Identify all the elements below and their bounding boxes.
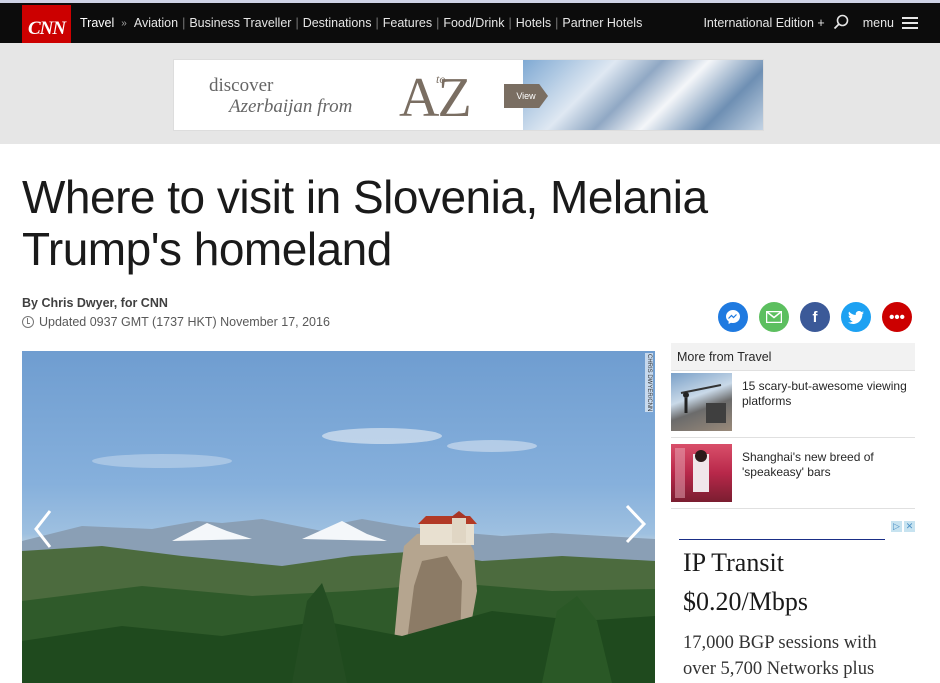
nav-item-partner-hotels[interactable]: Partner Hotels	[562, 16, 642, 30]
twitter-share-icon[interactable]	[841, 302, 871, 332]
banner-ad[interactable]: discover Azerbaijan from AZ to View	[173, 59, 764, 131]
nav-section-travel[interactable]: Travel	[80, 16, 114, 30]
article-updated: Updated 0937 GMT (1737 HKT) November 17,…	[22, 315, 330, 329]
ad-slogan: discover Azerbaijan from	[209, 75, 352, 117]
nav-item-features[interactable]: Features	[383, 16, 432, 30]
hamburger-icon	[902, 17, 918, 29]
mountain-ad-image	[523, 60, 763, 130]
nav-divider: |	[182, 16, 186, 30]
nav-item-hotels[interactable]: Hotels	[516, 16, 551, 30]
more-share-icon[interactable]: •••	[882, 302, 912, 332]
menu-label: menu	[862, 16, 894, 30]
related-story[interactable]: 15 scary-but-awesome viewing platforms	[671, 371, 915, 438]
nav-item-business-traveller[interactable]: Business Traveller	[189, 16, 291, 30]
facebook-share-icon[interactable]: f	[800, 302, 830, 332]
related-thumbnail	[671, 373, 732, 431]
share-bar: f •••	[718, 302, 912, 332]
hero-photo[interactable]: CHRIS DWYER/CNN	[22, 351, 655, 683]
related-story[interactable]: Shanghai's new breed of 'speakeasy' bars	[671, 438, 915, 509]
more-from-travel-title: More from Travel	[671, 343, 915, 371]
ad-slogan-line2: Azerbaijan from	[229, 96, 353, 117]
nav-divider: |	[436, 16, 440, 30]
more-from-travel: More from Travel 15 scary-but-awesome vi…	[671, 343, 915, 509]
messenger-share-icon[interactable]	[718, 302, 748, 332]
article-byline: By Chris Dwyer, for CNN	[22, 296, 168, 310]
nav-divider: |	[375, 16, 379, 30]
related-story-title: 15 scary-but-awesome viewing platforms	[742, 379, 907, 408]
ad-rule	[679, 539, 885, 540]
nav-divider: |	[555, 16, 559, 30]
menu-button[interactable]: menu	[863, 16, 918, 30]
ad-slogan-line1: discover	[209, 75, 274, 96]
email-share-icon[interactable]	[759, 302, 789, 332]
adchoices-icon[interactable]: ▷ ✕	[891, 521, 915, 532]
ad-to-mark: to	[436, 72, 446, 86]
section-nav: Travel » Aviation | Business Traveller |…	[80, 3, 642, 43]
ad-view-tag[interactable]: View	[504, 84, 548, 108]
search-icon[interactable]	[833, 14, 849, 33]
ad-price: $0.20/Mbps	[683, 587, 808, 616]
photo-credit: CHRIS DWYER/CNN	[645, 353, 653, 413]
nav-item-food-drink[interactable]: Food/Drink	[443, 16, 504, 30]
top-nav-bar: CNN Travel » Aviation | Business Travell…	[0, 0, 940, 52]
edition-picker[interactable]: International Edition +	[703, 16, 824, 30]
sidebar-ad[interactable]: ▷ ✕ IP Transit $0.20/Mbps 17,000 BGP sess…	[671, 519, 915, 683]
related-thumbnail	[671, 444, 732, 502]
banner-ad-band: discover Azerbaijan from AZ to View	[0, 43, 940, 144]
ad-headline: IP Transit	[683, 548, 784, 577]
nav-divider: |	[295, 16, 299, 30]
nav-item-aviation[interactable]: Aviation	[134, 16, 178, 30]
nav-item-destinations[interactable]: Destinations	[303, 16, 372, 30]
right-nav: International Edition + menu	[703, 3, 918, 43]
ad-body: 17,000 BGP sessions with over 5,700 Netw…	[683, 633, 877, 679]
clock-icon	[22, 316, 34, 328]
lake-bled-illustration	[22, 428, 655, 683]
related-story-title: Shanghai's new breed of 'speakeasy' bars	[742, 450, 874, 479]
chevron-right-icon: »	[121, 17, 127, 29]
nav-divider: |	[508, 16, 512, 30]
updated-text: Updated 0937 GMT (1737 HKT) November 17,…	[39, 315, 330, 329]
article-headline: Where to visit in Slovenia, Melania Trum…	[22, 171, 708, 275]
ad-az-mark: AZ	[399, 67, 472, 129]
next-slide-icon[interactable]	[625, 504, 647, 544]
